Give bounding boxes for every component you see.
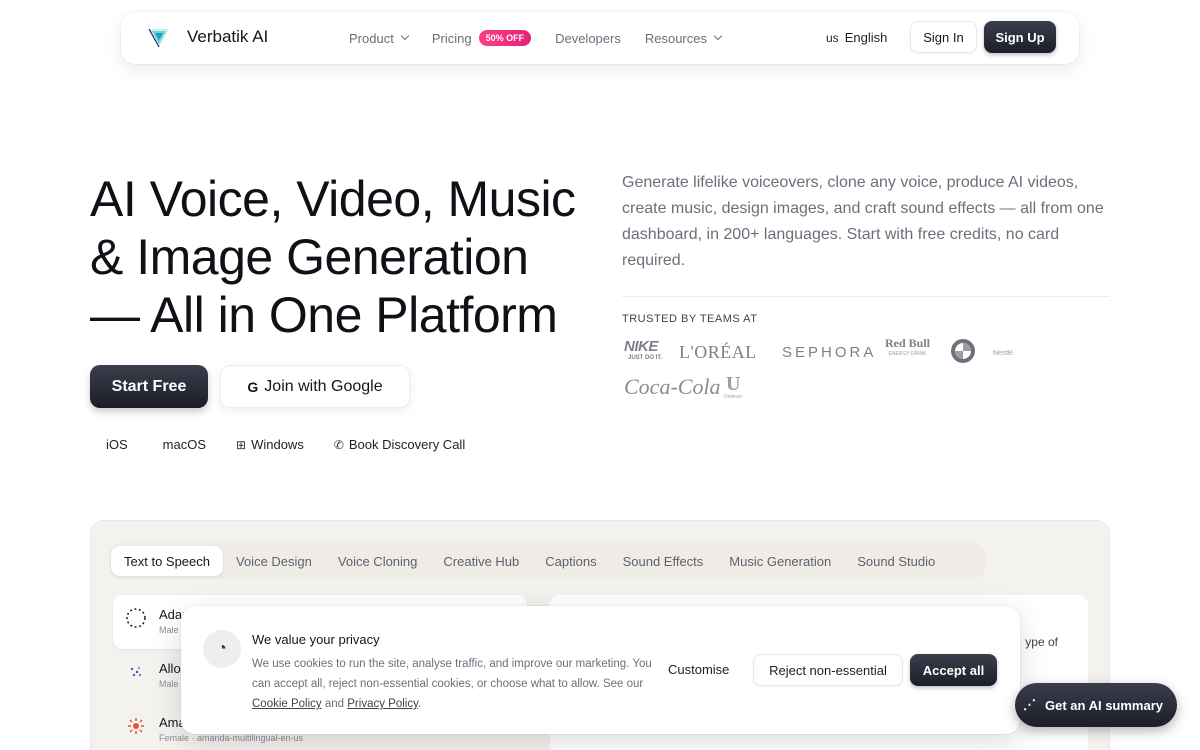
platform-windows-link[interactable]: ⊞ Windows xyxy=(236,437,304,452)
hero-title-line-3: — All in One Platform xyxy=(90,287,558,343)
nestle-logo: Nestlé xyxy=(993,350,1013,357)
sephora-logo: SEPHORA xyxy=(782,344,877,361)
cookie-policy-link[interactable]: Cookie Policy xyxy=(252,698,322,710)
cookie-title: We value your privacy xyxy=(252,632,380,647)
platform-macos-link[interactable]: macOS xyxy=(158,437,206,452)
nav-pricing[interactable]: Pricing 50% OFF xyxy=(431,30,532,46)
language-selector[interactable]: us English xyxy=(826,30,887,45)
start-free-button[interactable]: Start Free xyxy=(90,365,208,408)
nike-logo: NIKE JUST DO IT. xyxy=(624,338,662,361)
unilever-u-icon: U xyxy=(725,373,741,395)
tab-sound-effects[interactable]: Sound Effects xyxy=(610,546,717,576)
voice-meta: Male xyxy=(159,679,179,689)
language-code: us xyxy=(826,30,839,45)
ai-summary-label: Get an AI summary xyxy=(1045,697,1164,713)
verbatik-logo-icon[interactable] xyxy=(147,26,171,50)
divider xyxy=(622,296,1110,297)
voice-meta: Female · amanda-multilingual-en-us xyxy=(159,733,304,743)
nav-developers[interactable]: Developers xyxy=(555,31,621,46)
tab-text-to-speech[interactable]: Text to Speech xyxy=(111,546,223,576)
accept-all-button[interactable]: Accept all xyxy=(910,654,997,686)
platform-windows-label: Windows xyxy=(251,437,304,452)
voice-avatar-icon xyxy=(126,608,146,628)
tab-sound-studio[interactable]: Sound Studio xyxy=(844,546,948,576)
hero-description: Generate lifelike voiceovers, clone any … xyxy=(622,174,1104,269)
join-with-google-label: Join with Google xyxy=(264,377,383,395)
main-menu: Product Pricing 50% OFF Developers Resou… xyxy=(349,12,745,64)
cookie-icon: ◔ xyxy=(203,630,241,668)
platform-ios-label: iOS xyxy=(106,437,128,452)
bmw-logo xyxy=(951,339,975,363)
share-icon: ⋰ xyxy=(1023,697,1036,712)
redbull-logo-tagline: ENERGY DRINK xyxy=(888,351,927,357)
nav-product-label: Product xyxy=(349,30,394,46)
nav-resources[interactable]: Resources xyxy=(644,30,723,46)
product-tabs: Text to Speech Voice Design Voice Clonin… xyxy=(109,543,985,579)
tab-music-generation[interactable]: Music Generation xyxy=(716,546,844,576)
phone-icon: ✆ xyxy=(333,437,344,452)
book-discovery-call-label: Book Discovery Call xyxy=(348,437,466,452)
nav-developers-label: Developers xyxy=(555,30,621,46)
cookie-body: We use cookies to run the site, analyse … xyxy=(252,658,652,710)
hero-title-line-1: AI Voice, Video, Music xyxy=(90,171,576,227)
trusted-by-label: TRUSTED BY TEAMS AT xyxy=(622,313,758,325)
nav-pricing-label: Pricing xyxy=(431,30,472,46)
book-discovery-call-link[interactable]: ✆ Book Discovery Call xyxy=(334,437,465,452)
unilever-logo-wordmark: Unilever xyxy=(724,394,743,400)
tab-captions[interactable]: Captions xyxy=(532,546,609,576)
join-with-google-button[interactable]: G Join with Google xyxy=(220,365,410,408)
tab-creative-hub[interactable]: Creative Hub xyxy=(430,546,532,576)
cookie-consent-banner: ◔ We value your privacy We use cookies t… xyxy=(181,606,1020,734)
tab-voice-design[interactable]: Voice Design xyxy=(223,546,325,576)
windows-icon: ⊞ xyxy=(236,437,247,452)
voice-name: Allo xyxy=(159,661,181,676)
sign-up-button[interactable]: Sign Up xyxy=(984,21,1056,53)
reject-non-essential-button[interactable]: Reject non-essential xyxy=(753,654,903,686)
hero-title: AI Voice, Video, Music & Image Generatio… xyxy=(90,170,610,344)
voice-avatar-icon xyxy=(128,718,144,734)
editor-text: ype of xyxy=(1025,635,1058,649)
cookie-body-text: We use cookies to run the site, analyse … xyxy=(252,658,652,690)
top-navbar: Verbatik AI Product Pricing 50% OFF Deve… xyxy=(121,12,1079,64)
nav-resources-label: Resources xyxy=(644,30,707,46)
ai-summary-button[interactable]: ⋰ Get an AI summary xyxy=(1015,683,1177,727)
unilever-logo: U Unilever xyxy=(724,374,742,400)
cookie-and-text: and xyxy=(324,698,345,710)
language-label: English xyxy=(844,30,888,45)
platform-links: iOS macOS ⊞ Windows ✆ Book Discovery Cal… xyxy=(101,437,495,452)
hero-title-line-2: & Image Generation xyxy=(90,229,529,285)
voice-avatar-icon xyxy=(130,667,141,677)
redbull-logo: Red Bull ENERGY DRINK xyxy=(885,336,930,357)
customise-button[interactable]: Customise xyxy=(668,662,729,677)
voice-meta: Male xyxy=(159,625,179,635)
google-icon: G xyxy=(247,378,259,395)
platform-macos-label: macOS xyxy=(162,437,207,452)
chevron-down-icon xyxy=(713,31,723,41)
sign-in-button[interactable]: Sign In xyxy=(910,21,977,53)
redbull-logo-wordmark: Red Bull xyxy=(885,336,931,350)
discount-badge: 50% OFF xyxy=(478,30,532,46)
nav-product[interactable]: Product xyxy=(349,30,410,46)
tab-voice-cloning[interactable]: Voice Cloning xyxy=(325,546,431,576)
privacy-policy-link[interactable]: Privacy Policy xyxy=(347,698,418,710)
nike-logo-wordmark: NIKE xyxy=(624,338,658,355)
chevron-down-icon xyxy=(400,31,410,41)
loreal-logo: L'ORÉAL xyxy=(679,342,757,362)
coca-cola-logo: Coca-Cola xyxy=(624,374,721,399)
brand-name[interactable]: Verbatik AI xyxy=(187,27,268,47)
platform-ios-link[interactable]: iOS xyxy=(101,437,128,452)
nike-logo-tagline: JUST DO IT. xyxy=(628,355,663,361)
